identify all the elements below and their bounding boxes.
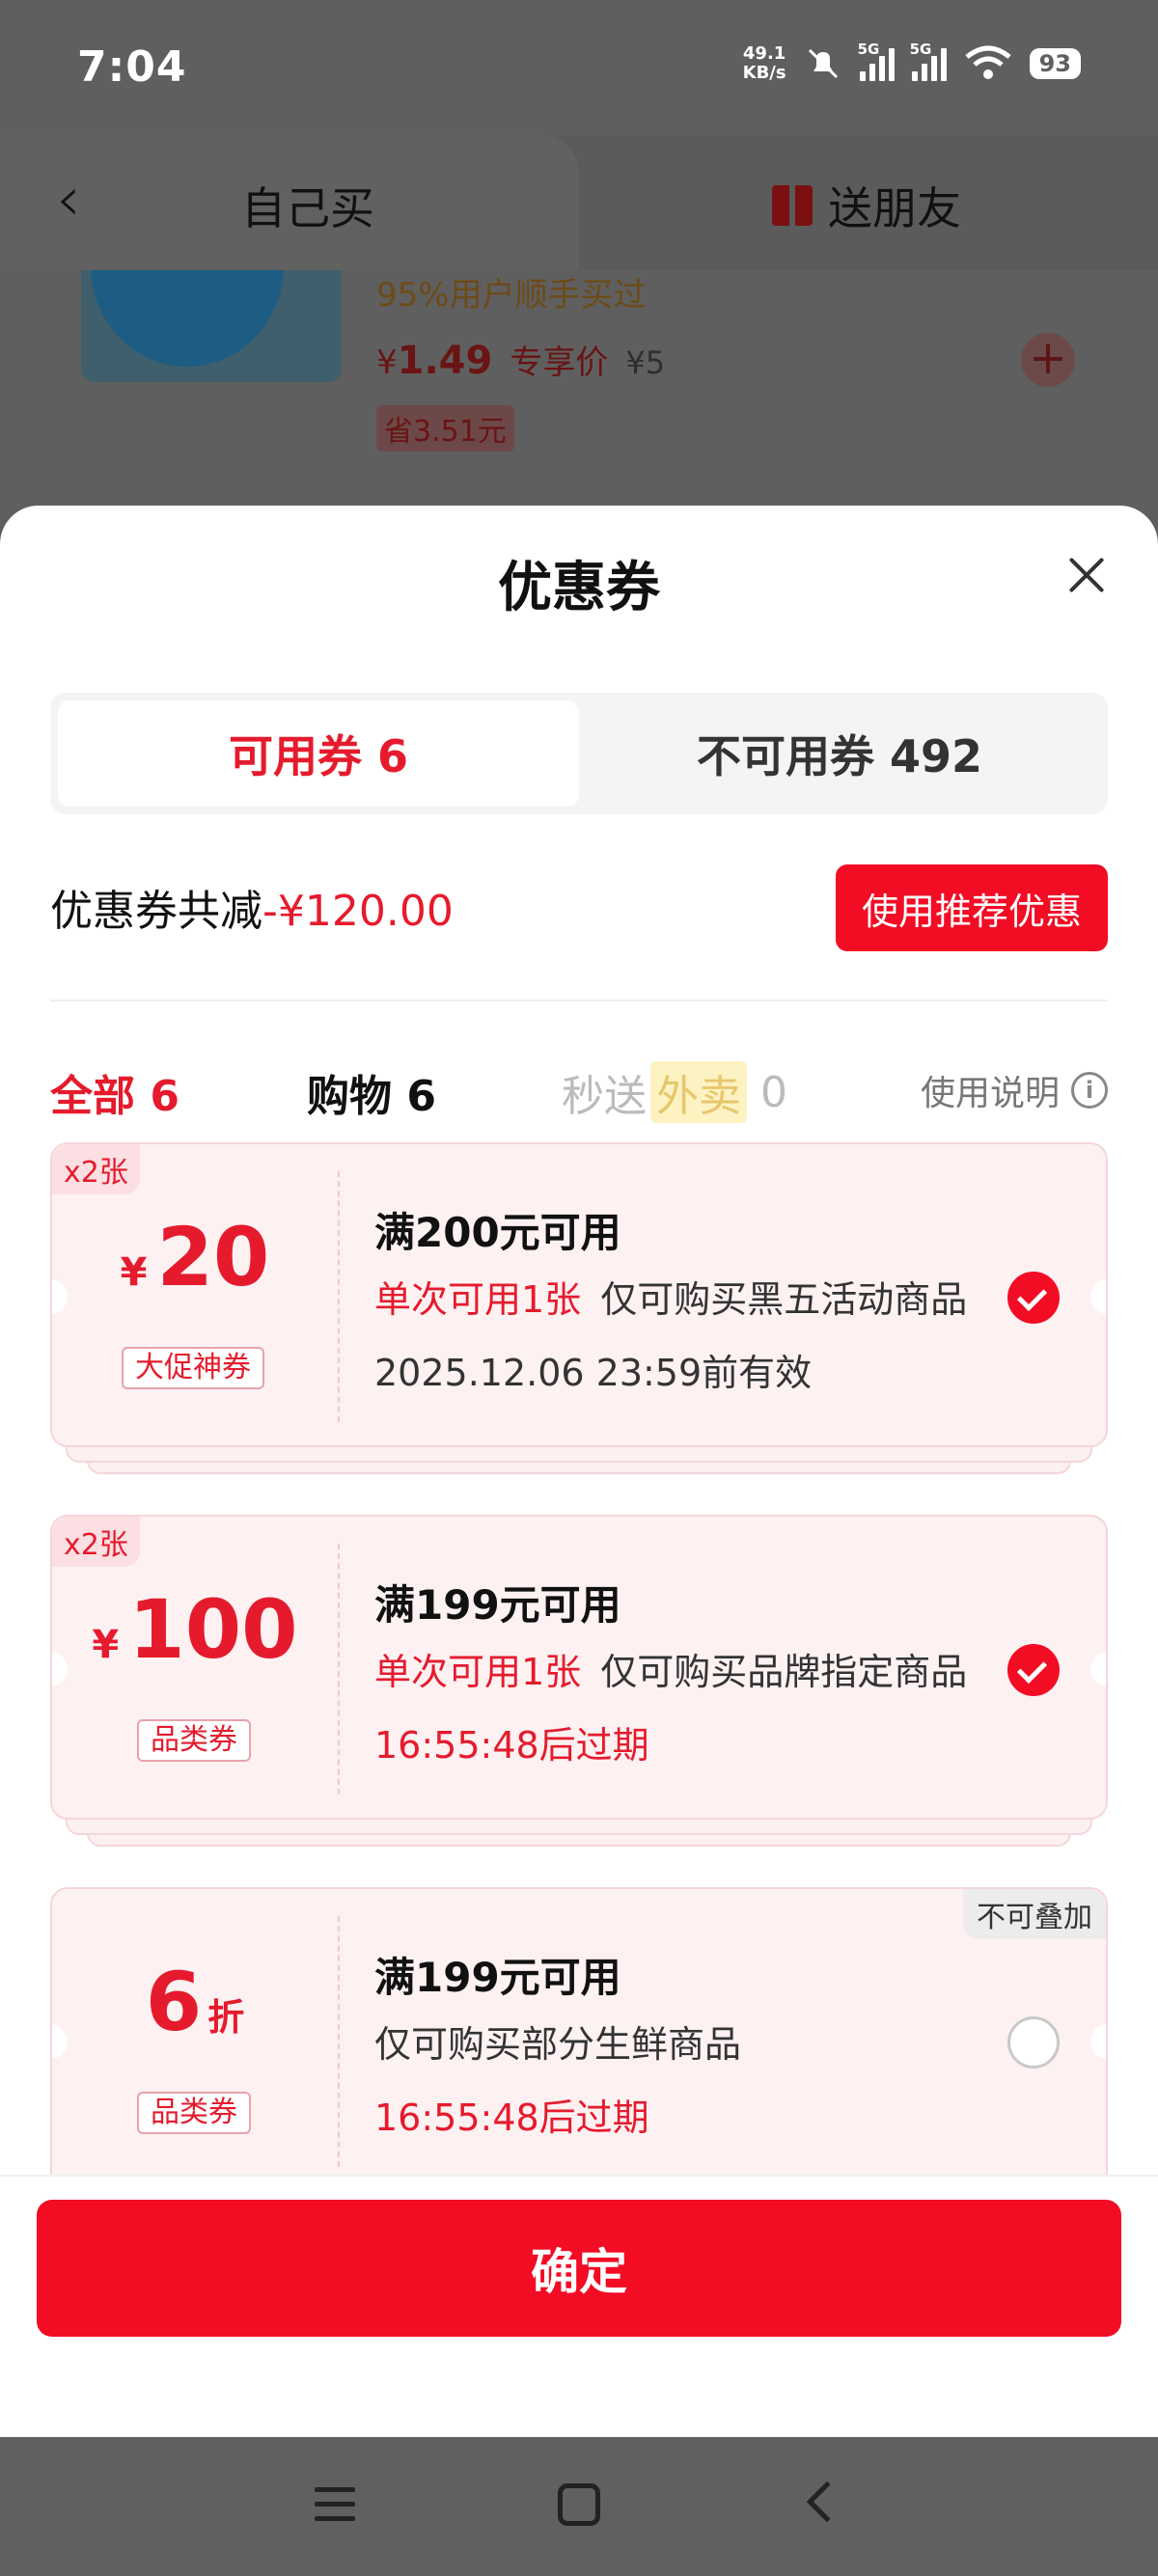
filter-all[interactable]: 全部 6	[50, 1061, 179, 1123]
filter-flash-delivery[interactable]: 秒送 外卖 0	[562, 1061, 787, 1123]
gift-icon	[772, 185, 813, 226]
coupon-condition: 满200元可用	[374, 1209, 621, 1256]
coupon-checkbox-unchecked[interactable]	[1007, 2016, 1060, 2069]
tab-gift-friend[interactable]: 送朋友	[772, 174, 961, 237]
close-icon[interactable]	[1060, 548, 1114, 602]
confirm-button[interactable]: 确定	[37, 2200, 1121, 2337]
status-bar: 7:04 49.1 KB/s 5G 5G 93	[0, 0, 1158, 135]
coupon-tab-switch: 可用券 6 不可用券 492	[50, 693, 1108, 814]
coupon-filter-bar: 全部 6 购物 6 秒送 外卖 0 使用说明 i	[50, 1046, 1108, 1133]
product-price: ¥1.49 专享价 ¥5	[376, 339, 666, 383]
coupon-expiry-countdown: 16:55:48后过期	[374, 2096, 649, 2139]
status-time: 7:04	[77, 42, 187, 92]
filter-shopping[interactable]: 购物 6	[307, 1061, 436, 1123]
status-icons: 49.1 KB/s 5G 5G 93	[742, 41, 1081, 83]
coupon-checkbox-checked[interactable]	[1007, 1272, 1060, 1324]
divider	[50, 1000, 1108, 1001]
product-note: 95%用户顺手买过	[376, 276, 647, 315]
coupon-card[interactable]: x2张 ¥100 品类券 满199元可用 单次可用1张 仅可购买品牌指定商品 16…	[50, 1515, 1108, 1874]
add-icon[interactable]: +	[1021, 333, 1075, 387]
coupon-amount: ¥20	[120, 1210, 270, 1304]
coupon-discount-rate: 6折	[145, 1955, 245, 2049]
coupon-scope: 仅可购买部分生鲜商品	[374, 2023, 742, 2066]
bell-muted-icon	[808, 48, 838, 79]
coupon-type-badge: 品类券	[137, 2092, 251, 2134]
tab-available-coupons[interactable]: 可用券 6	[58, 700, 579, 807]
coupon-amount: ¥100	[92, 1582, 298, 1677]
tab-unavailable-coupons[interactable]: 不可用券 492	[579, 700, 1100, 807]
coupon-type-badge: 品类券	[137, 1719, 251, 1762]
coupon-expiry-countdown: 16:55:48后过期	[374, 1724, 649, 1767]
coupon-scope: 单次可用1张 仅可购买黑五活动商品	[374, 1278, 968, 1321]
quantity-badge: x2张	[52, 1144, 140, 1194]
takeout-tag: 外卖	[650, 1061, 747, 1123]
product-saving-badge: 省3.51元	[376, 405, 514, 452]
quantity-badge: x2张	[52, 1517, 140, 1567]
coupon-card[interactable]: 不可叠加 6折 品类券 满199元可用 仅可购买部分生鲜商品 16:55:48后…	[50, 1887, 1108, 2192]
network-speed: 49.1 KB/s	[742, 43, 786, 83]
signal-icon: 5G	[858, 41, 895, 81]
coupon-card[interactable]: x2张 ¥20 大促神券 满200元可用 单次可用1张 仅可购买黑五活动商品 20…	[50, 1142, 1108, 1501]
battery-indicator: 93	[1029, 48, 1081, 79]
not-stackable-badge: 不可叠加	[963, 1889, 1106, 1939]
use-recommended-button[interactable]: 使用推荐优惠	[836, 864, 1108, 951]
coupon-sheet: 优惠券 可用券 6 不可用券 492 优惠券共减-¥120.00 使用推荐优惠 …	[0, 506, 1158, 2437]
coupon-condition: 满199元可用	[374, 1954, 621, 2001]
system-navigation-bar	[0, 2437, 1158, 2576]
signal-icon: 5G	[910, 41, 947, 81]
usage-help-link[interactable]: 使用说明 i	[921, 1065, 1108, 1115]
home-icon[interactable]	[558, 2483, 600, 2526]
total-discount: 优惠券共减-¥120.00	[50, 887, 454, 936]
tab-buy-self[interactable]: 自己买	[241, 174, 374, 237]
total-discount-amount: -¥120.00	[262, 887, 454, 936]
sheet-title: 优惠券	[498, 557, 660, 619]
coupon-validity: 2025.12.06 23:59前有效	[374, 1352, 813, 1394]
coupon-condition: 满199元可用	[374, 1581, 621, 1629]
coupon-type-badge: 大促神券	[122, 1347, 264, 1389]
info-icon: i	[1071, 1072, 1108, 1109]
product-thumbnail	[81, 270, 342, 382]
back-icon[interactable]: ‹	[56, 164, 81, 235]
wifi-icon	[965, 45, 1011, 79]
coupon-scope: 单次可用1张 仅可购买品牌指定商品	[374, 1651, 968, 1693]
menu-icon[interactable]	[315, 2485, 355, 2524]
coupon-checkbox-checked[interactable]	[1007, 1644, 1060, 1696]
back-icon[interactable]	[806, 2480, 848, 2523]
